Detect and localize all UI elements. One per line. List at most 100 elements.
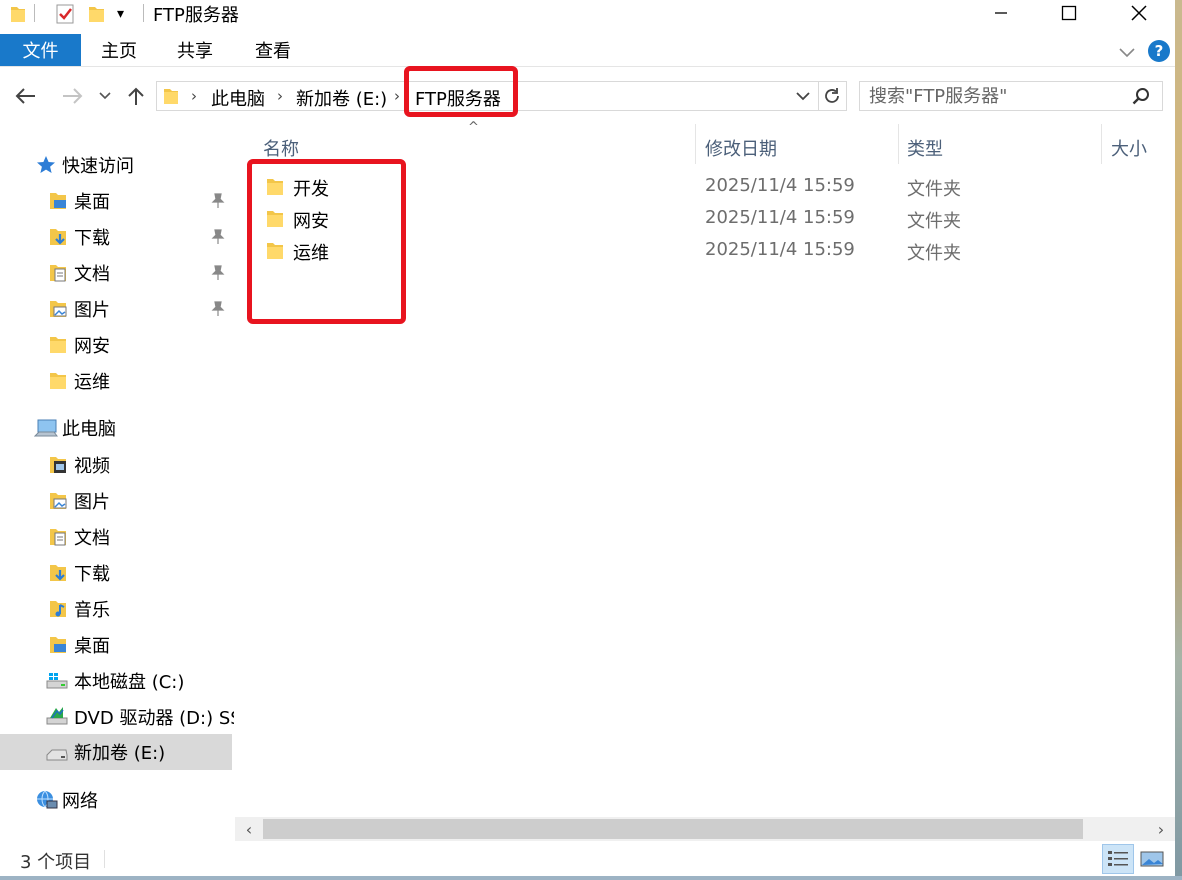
highlight-box-address [404,66,518,117]
horizontal-scrollbar[interactable]: ‹ › [235,817,1175,841]
breadcrumb-separator-icon[interactable]: › [394,87,400,105]
nav-pc-music[interactable]: 音乐 [0,591,232,627]
properties-check-icon[interactable] [55,2,75,26]
file-type: 文件夹 [907,179,961,200]
ribbon-tabs: 文件 主页 共享 查看 ? [0,34,1175,67]
qa-separator [34,4,35,22]
star-icon [37,156,55,173]
search-box[interactable] [859,81,1163,111]
folder-icon [50,337,66,353]
pin-icon[interactable] [210,229,226,245]
nav-quick-access[interactable]: 快速访问 [0,147,232,183]
nav-pc-desktop[interactable]: 桌面 [0,627,232,663]
drive-c-icon [46,673,68,689]
qa-dropdown-icon[interactable]: ▾ [117,2,124,26]
documents-folder-icon [50,529,66,546]
nav-quick-yunwei[interactable]: 运维 [0,363,232,399]
desktop-folder-icon [50,193,66,209]
minimize-button[interactable] [970,0,1032,26]
nav-quick-desktop[interactable]: 桌面 [0,183,232,219]
nav-quick-pictures[interactable]: 图片 [0,291,232,327]
tab-home[interactable]: 主页 [90,34,148,66]
help-button[interactable]: ? [1148,40,1170,62]
close-button[interactable] [1108,0,1170,26]
column-header-size[interactable]: 大小 [1111,128,1147,168]
pictures-folder-icon [50,301,67,317]
column-divider[interactable] [1101,124,1102,164]
large-icons-view-button[interactable] [1136,844,1168,874]
details-view-button[interactable] [1102,844,1134,874]
file-date: 2025/11/4 15:59 [705,175,855,196]
nav-pc-pictures[interactable]: 图片 [0,483,232,519]
nav-pc-videos[interactable]: 视频 [0,447,232,483]
desktop-folder-icon [50,637,66,653]
nav-pc-drive-c[interactable]: 本地磁盘 (C:) [0,663,232,699]
downloads-folder-icon [50,565,66,581]
tab-file[interactable]: 文件 [0,34,81,66]
nav-network[interactable]: 网络 [0,782,232,818]
forward-button[interactable] [58,84,86,108]
breadcrumb-separator-icon[interactable]: › [277,87,283,105]
item-count: 3 个项目 [20,852,92,873]
search-input[interactable] [869,83,1129,109]
sort-ascending-icon: ^ [468,120,479,135]
window-title: FTP服务器 [153,5,239,26]
pictures-folder-icon [50,493,67,509]
up-button[interactable] [124,84,148,108]
file-date: 2025/11/4 15:59 [705,239,855,260]
file-explorer-window: ▾ FTP服务器 文件 主页 共享 查看 ? › 此电脑 › 新加卷 (E:) … [0,0,1175,880]
nav-this-pc[interactable]: 此电脑 [0,410,232,446]
column-divider[interactable] [898,124,899,164]
music-folder-icon [50,601,66,617]
downloads-folder-icon [50,229,66,245]
back-button[interactable] [12,84,40,108]
app-folder-icon [10,2,26,26]
nav-quick-documents[interactable]: 文档 [0,255,232,291]
nav-pc-dvd-d[interactable]: DVD 驱动器 (D:) SS [0,699,234,735]
pin-icon[interactable] [210,193,226,209]
dvd-drive-icon [46,707,68,725]
maximize-button[interactable] [1038,0,1100,26]
search-icon[interactable] [1132,87,1150,110]
new-folder-icon[interactable] [88,2,106,26]
breadcrumb-this-pc[interactable]: 此电脑 [211,85,265,111]
tab-view[interactable]: 查看 [244,34,302,66]
details-view-icon [1108,851,1128,866]
refresh-icon[interactable] [822,86,842,111]
breadcrumb-separator-icon[interactable]: › [191,87,197,105]
large-icons-view-icon [1140,851,1164,867]
recent-locations-icon[interactable] [96,84,114,108]
title-bar: ▾ FTP服务器 [0,0,1175,28]
network-icon [37,790,58,809]
tab-share[interactable]: 共享 [166,34,224,66]
breadcrumb-volume-e[interactable]: 新加卷 (E:) [296,85,387,111]
file-date: 2025/11/4 15:59 [705,207,855,228]
nav-pc-documents[interactable]: 文档 [0,519,232,555]
videos-folder-icon [50,457,66,473]
pin-icon[interactable] [210,265,226,281]
column-divider[interactable] [695,124,696,164]
status-bar: 3 个项目 [0,842,1175,876]
desktop-background-edge [1175,0,1182,880]
scrollbar-thumb[interactable] [263,819,1083,839]
pin-icon[interactable] [210,301,226,317]
file-type: 文件夹 [907,243,961,264]
window-bottom-border [0,876,1182,880]
drive-icon [46,749,68,761]
pc-icon [34,419,58,437]
scroll-right-icon[interactable]: › [1151,819,1171,839]
documents-folder-icon [50,265,66,282]
file-type: 文件夹 [907,211,961,232]
address-dropdown-icon[interactable] [795,88,811,109]
nav-quick-downloads[interactable]: 下载 [0,219,232,255]
column-header-date[interactable]: 修改日期 [705,128,777,168]
column-header-type[interactable]: 类型 [907,128,943,168]
navigation-pane: 快速访问 桌面 下载 文档 图片 网安 运维 此电脑 视频 图片 文档 下载 音… [0,120,234,840]
qa-separator [143,4,144,22]
nav-pc-downloads[interactable]: 下载 [0,555,232,591]
expand-ribbon-icon[interactable] [1117,42,1137,62]
highlight-box-folders [247,159,406,324]
nav-quick-wangan[interactable]: 网安 [0,327,232,363]
nav-pc-volume-e[interactable]: 新加卷 (E:) [0,734,232,770]
scroll-left-icon[interactable]: ‹ [239,819,259,839]
